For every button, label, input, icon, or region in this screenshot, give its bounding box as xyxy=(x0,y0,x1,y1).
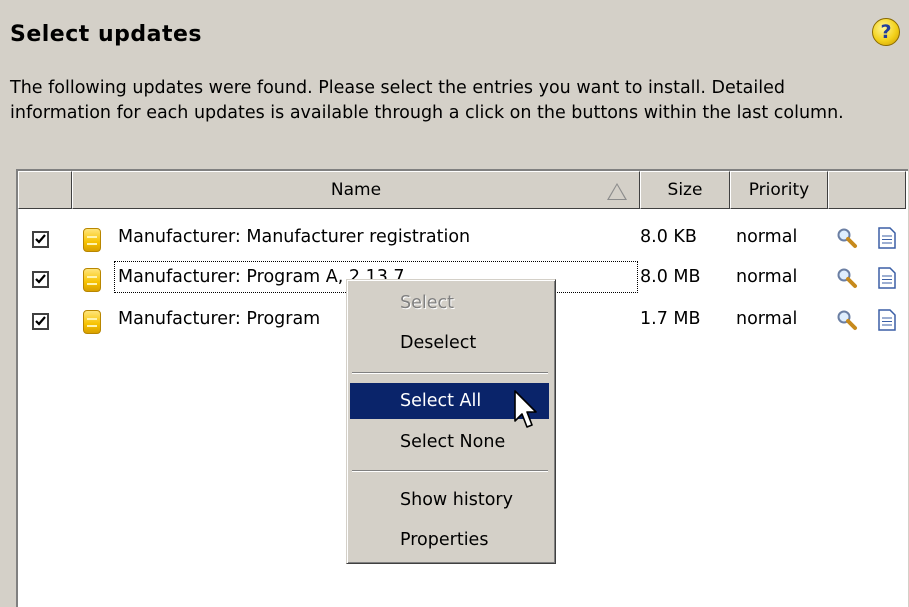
column-header-check[interactable] xyxy=(18,171,72,209)
column-header-name-label: Name xyxy=(330,180,382,200)
row-checkbox[interactable] xyxy=(32,231,49,248)
menu-item-deselect[interactable]: Deselect xyxy=(350,325,549,361)
update-priority: normal xyxy=(736,309,798,329)
column-header-name[interactable]: Name xyxy=(72,171,640,209)
column-header-actions[interactable] xyxy=(828,171,906,209)
row-checkbox[interactable] xyxy=(32,313,49,330)
page-title: Select updates xyxy=(10,22,202,47)
details-search-icon[interactable] xyxy=(836,267,858,294)
update-priority: normal xyxy=(736,267,798,287)
package-icon xyxy=(83,228,101,252)
column-header-priority[interactable]: Priority xyxy=(730,171,828,209)
update-name: Manufacturer: Manufacturer registration xyxy=(118,227,471,247)
update-size: 8.0 KB xyxy=(640,227,697,247)
menu-separator xyxy=(352,470,548,472)
package-icon xyxy=(83,310,101,334)
release-notes-icon[interactable] xyxy=(878,309,896,336)
column-header-size[interactable]: Size xyxy=(640,171,730,209)
mouse-cursor-icon xyxy=(514,390,537,428)
row-checkbox[interactable] xyxy=(32,271,49,288)
details-search-icon[interactable] xyxy=(836,227,858,254)
menu-item-select[interactable]: Select xyxy=(350,285,549,321)
menu-item-show-history[interactable]: Show history xyxy=(350,482,549,518)
update-priority: normal xyxy=(736,227,798,247)
menu-item-properties[interactable]: Properties xyxy=(350,522,549,558)
update-name: Manufacturer: Program xyxy=(118,309,321,329)
package-icon xyxy=(83,268,101,292)
menu-separator xyxy=(352,372,548,374)
details-search-icon[interactable] xyxy=(836,309,858,336)
help-icon[interactable]: ? xyxy=(872,18,900,46)
update-size: 1.7 MB xyxy=(640,309,701,329)
table-row[interactable]: Manufacturer: Manufacturer registration … xyxy=(18,219,906,259)
release-notes-icon[interactable] xyxy=(878,227,896,254)
update-size: 8.0 MB xyxy=(640,267,701,287)
description-text: The following updates were found. Please… xyxy=(10,78,844,123)
sort-ascending-icon xyxy=(607,183,627,200)
release-notes-icon[interactable] xyxy=(878,267,896,294)
